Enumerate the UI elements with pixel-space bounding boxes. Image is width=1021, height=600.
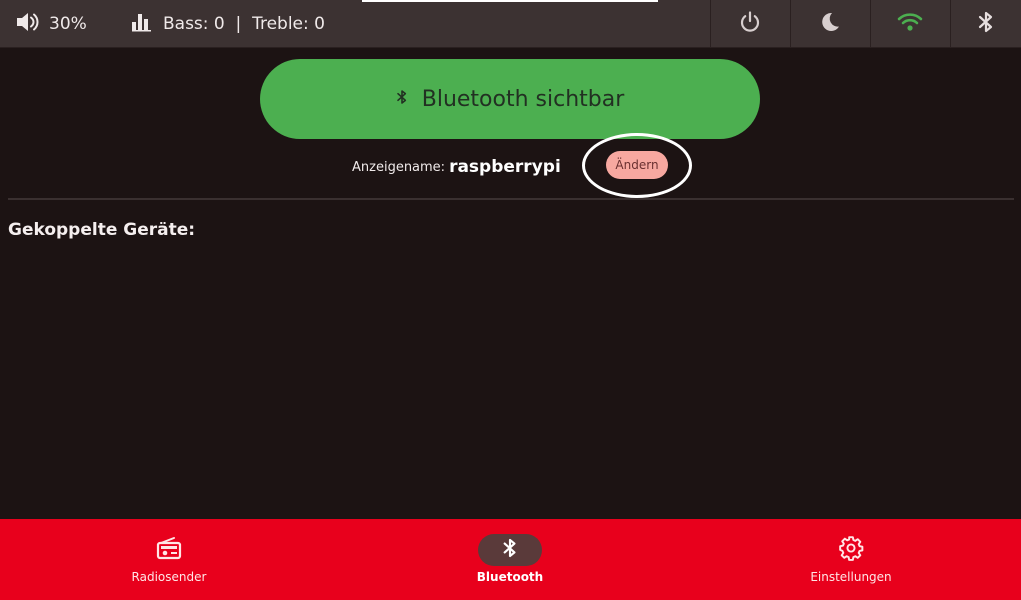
change-name-button[interactable]: Ändern [606, 151, 668, 179]
display-name-row: Anzeigename: raspberrypi [352, 152, 561, 182]
bass-treble-readout: Bass: 0 | Treble: 0 [163, 14, 325, 34]
nav-item-einstellungen[interactable]: Einstellungen [751, 519, 951, 600]
bluetooth-icon [396, 89, 408, 109]
active-indicator [362, 0, 658, 2]
bluetooth-visible-label: Bluetooth sichtbar [421, 86, 625, 112]
nav-icon-container [819, 534, 883, 566]
volume-status[interactable]: 30% [15, 0, 87, 48]
nav-label: Einstellungen [810, 570, 892, 584]
bottom-navigation: Radiosender Bluetooth Einstellungen [0, 519, 1021, 600]
moon-icon [818, 10, 842, 38]
equalizer-status[interactable]: Bass: 0 | Treble: 0 [131, 0, 325, 48]
paired-devices-title: Gekoppelte Geräte: [8, 220, 196, 240]
bluetooth-icon [977, 10, 995, 38]
radio-icon [156, 536, 182, 564]
equalizer-icon [131, 12, 153, 36]
wifi-icon [897, 12, 923, 36]
speaker-icon [15, 11, 39, 37]
nav-icon-container [137, 534, 201, 566]
night-mode-button[interactable] [790, 0, 869, 48]
nav-label: Radiosender [131, 570, 207, 584]
divider [8, 198, 1014, 200]
power-icon [738, 10, 762, 38]
status-bar: 30% Bass: 0 | Treble: 0 [0, 0, 1021, 48]
nav-item-bluetooth[interactable]: Bluetooth [410, 519, 610, 600]
display-name-value: raspberrypi [449, 157, 561, 177]
bluetooth-icon [502, 537, 518, 563]
wifi-button[interactable] [870, 0, 949, 48]
bluetooth-visible-button[interactable]: Bluetooth sichtbar [260, 59, 760, 139]
nav-label: Bluetooth [476, 570, 544, 584]
nav-item-radiosender[interactable]: Radiosender [69, 519, 269, 600]
display-name-label: Anzeigename: [352, 159, 446, 175]
bluetooth-quick-button[interactable] [950, 0, 1021, 48]
power-button[interactable] [710, 0, 789, 48]
volume-level: 30% [49, 14, 87, 34]
gear-icon [838, 535, 864, 565]
nav-icon-container-active [478, 534, 542, 566]
